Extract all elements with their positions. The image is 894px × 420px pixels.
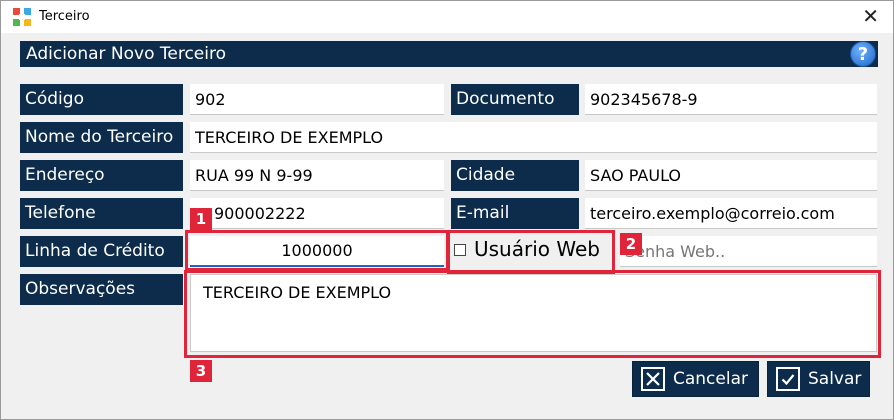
- label-documento: Documento: [451, 84, 579, 115]
- label-cidade: Cidade: [451, 160, 579, 191]
- nome-input[interactable]: [190, 122, 877, 153]
- label-linha-credito: Linha de Crédito: [20, 236, 183, 267]
- label-endereco: Endereço: [20, 160, 183, 191]
- title-bar: Terceiro ✕: [1, 1, 893, 33]
- label-observacoes: Observações: [20, 274, 183, 305]
- telefone-input[interactable]: [190, 198, 444, 229]
- highlight-box-1: [185, 230, 449, 271]
- codigo-input[interactable]: [190, 84, 444, 115]
- email-input[interactable]: [585, 198, 877, 229]
- endereco-input[interactable]: [190, 160, 444, 191]
- highlight-box-3: [184, 270, 881, 358]
- app-logo-icon: [13, 8, 31, 26]
- cancel-button[interactable]: Cancelar: [632, 361, 759, 397]
- documento-input[interactable]: [585, 84, 877, 115]
- save-check-icon: [776, 367, 800, 391]
- badge-1: 1: [190, 208, 212, 230]
- senha-web-input[interactable]: [620, 236, 877, 267]
- save-button-label: Salvar: [808, 369, 862, 389]
- save-button[interactable]: Salvar: [767, 361, 870, 397]
- label-codigo: Código: [20, 84, 183, 115]
- label-nome: Nome do Terceiro: [20, 122, 183, 153]
- dialog-window: Terceiro ✕ Adicionar Novo Terceiro ? Cód…: [0, 0, 894, 420]
- help-icon[interactable]: ?: [850, 41, 876, 67]
- window-title: Terceiro: [39, 9, 90, 24]
- badge-2: 2: [620, 233, 642, 255]
- label-email: E-mail: [451, 198, 579, 229]
- form-header: Adicionar Novo Terceiro: [20, 41, 878, 67]
- cancel-button-label: Cancelar: [673, 369, 748, 389]
- badge-3: 3: [190, 360, 212, 382]
- cidade-input[interactable]: [585, 160, 877, 191]
- label-telefone: Telefone: [20, 198, 183, 229]
- close-icon[interactable]: ✕: [862, 5, 879, 27]
- highlight-box-2: [447, 230, 615, 274]
- cancel-x-icon: [641, 367, 665, 391]
